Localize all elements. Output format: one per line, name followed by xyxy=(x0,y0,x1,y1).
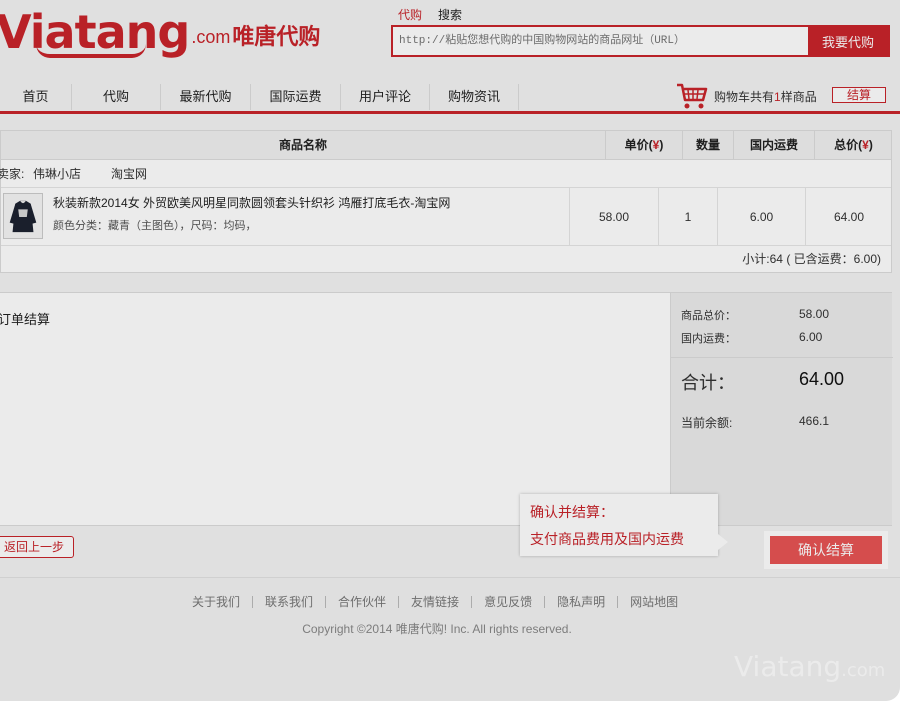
qty-value: 1 xyxy=(658,188,717,246)
watermark: Viatang.com xyxy=(734,650,885,683)
seller-site: 淘宝网 xyxy=(111,167,148,181)
tooltip-line-2: 支付商品费用及国内运费 xyxy=(530,531,684,547)
shipping-label: 国内运费： xyxy=(681,333,736,345)
order-summary: 商品总价： 58.00 国内运费： 6.00 合计： 64.00 当前余额: 4… xyxy=(670,293,893,525)
footer-link-about[interactable]: 关于我们 xyxy=(192,596,252,608)
shipping-value: 6.00 xyxy=(717,188,805,246)
footer-links: 关于我们 联系我们 合作伙伴 友情链接 意见反馈 隐私声明 网站地图 xyxy=(192,596,690,608)
col-total-label: 总价( xyxy=(834,138,863,152)
seller-name-link[interactable]: 伟琳小店 xyxy=(33,160,81,188)
logo-chinese-name: 唯唐代购 xyxy=(232,24,321,49)
product-title-link[interactable]: 秋装新款2014女 外贸欧美风明星同款圆领套头针织衫 鸿雁打底毛衣-淘宝网 xyxy=(53,194,450,211)
grand-total-value: 64.00 xyxy=(799,369,845,389)
tab-search[interactable]: 搜索 xyxy=(438,6,462,23)
footer: 关于我们 联系我们 合作伙伴 友情链接 意见反馈 隐私声明 网站地图 Copyr… xyxy=(0,577,900,701)
yen-sign: ¥ xyxy=(862,138,869,152)
confirm-tooltip: 确认并结算： 支付商品费用及国内运费 xyxy=(520,494,718,556)
order-settlement: 订单结算 商品总价： 58.00 国内运费： 6.00 合计： 64.00 当前… xyxy=(0,292,893,526)
goods-total-label: 商品总价： xyxy=(681,310,736,322)
product-attributes: 颜色分类：藏青（主图色），尺码：均码， xyxy=(53,220,257,232)
watermark-com: .com xyxy=(841,660,886,681)
subtotal: 小计:64 ( 已含运费：6.00) xyxy=(742,252,881,266)
confirm-highlight: 确认结算 xyxy=(764,531,888,569)
tooltip-arrow xyxy=(718,534,728,550)
product-thumbnail[interactable] xyxy=(3,193,43,239)
search-box: 我要代购 xyxy=(391,25,890,57)
balance-label: 当前余额: xyxy=(681,416,733,430)
nav-item-intl-shipping[interactable]: 国际运费 xyxy=(251,84,341,110)
summary-divider xyxy=(671,357,893,358)
tooltip-line-1: 确认并结算： xyxy=(530,504,614,520)
footer-link-friends[interactable]: 友情链接 xyxy=(398,596,471,608)
cart-table: 商品名称 单价(¥) 数量 国内运费 总价(¥) 卖家: 伟琳小店 淘宝网 秋装… xyxy=(0,130,892,273)
table-row: 秋装新款2014女 外贸欧美风明星同款圆领套头针织衫 鸿雁打底毛衣-淘宝网 颜色… xyxy=(1,188,891,246)
col-unit-price: 单价(¥) xyxy=(605,131,682,160)
cart-prefix: 购物车共有 xyxy=(714,90,775,104)
logo-swoosh-icon xyxy=(36,44,146,58)
col-product-name: 商品名称 xyxy=(278,138,327,152)
table-header: 商品名称 单价(¥) 数量 国内运费 总价(¥) xyxy=(1,131,891,160)
col-close-paren: ) xyxy=(868,138,873,152)
nav-item-latest[interactable]: 最新代购 xyxy=(161,84,251,110)
search-tabs: 代购 搜索 xyxy=(398,6,462,23)
nav-item-daigou[interactable]: 代购 xyxy=(72,84,161,110)
footer-link-sitemap[interactable]: 网站地图 xyxy=(617,596,690,608)
grand-total-label: 合计： xyxy=(681,373,735,393)
nav-item-home[interactable]: 首页 xyxy=(0,84,72,110)
cart-count: 1 xyxy=(774,90,781,104)
total-value: 64.00 xyxy=(805,188,892,246)
col-unit-price-label: 单价( xyxy=(624,138,653,152)
cart-icon[interactable] xyxy=(676,82,708,110)
copyright: Copyright ©2014 唯唐代购! Inc. All rights re… xyxy=(302,622,572,636)
nav-item-reviews[interactable]: 用户评论 xyxy=(341,84,430,110)
confirm-checkout-button[interactable]: 确认结算 xyxy=(770,536,882,564)
footer-link-privacy[interactable]: 隐私声明 xyxy=(544,596,617,608)
unit-price-value: 58.00 xyxy=(569,188,658,246)
col-close-paren: ) xyxy=(659,138,664,152)
url-input[interactable] xyxy=(393,27,808,55)
cart-summary: 购物车共有1样商品 xyxy=(714,88,817,105)
watermark-main: Viatang xyxy=(734,650,842,683)
col-qty: 数量 xyxy=(682,131,733,160)
page-frame: Viatang .com 唯唐代购 代购 搜索 我要代购 首页 代购 最新代购 … xyxy=(0,0,900,701)
col-shipping: 国内运费 xyxy=(733,131,814,160)
footer-link-contact[interactable]: 联系我们 xyxy=(252,596,325,608)
order-title: 订单结算 xyxy=(0,312,51,327)
seller-label: 卖家: xyxy=(0,167,25,181)
shipping-total-value: 6.00 xyxy=(799,330,823,344)
footer-link-partners[interactable]: 合作伙伴 xyxy=(325,596,398,608)
back-button[interactable]: 返回上一步 xyxy=(0,536,74,558)
tab-daigou[interactable]: 代购 xyxy=(398,6,422,23)
footer-link-feedback[interactable]: 意见反馈 xyxy=(471,596,544,608)
logo-com: .com xyxy=(191,27,231,47)
nav-item-news[interactable]: 购物资讯 xyxy=(430,84,519,110)
main-nav: 首页 代购 最新代购 国际运费 用户评论 购物资讯 购物车共有1样商品 结算 xyxy=(0,80,900,114)
cart-suffix: 样商品 xyxy=(780,90,817,104)
daigou-button[interactable]: 我要代购 xyxy=(808,27,888,55)
balance-value: 466.1 xyxy=(799,414,830,428)
seller-row: 卖家: 伟琳小店 淘宝网 xyxy=(0,160,891,188)
goods-total-value: 58.00 xyxy=(799,307,830,321)
col-total: 总价(¥) xyxy=(814,131,892,160)
cart-checkout-button[interactable]: 结算 xyxy=(832,87,886,103)
